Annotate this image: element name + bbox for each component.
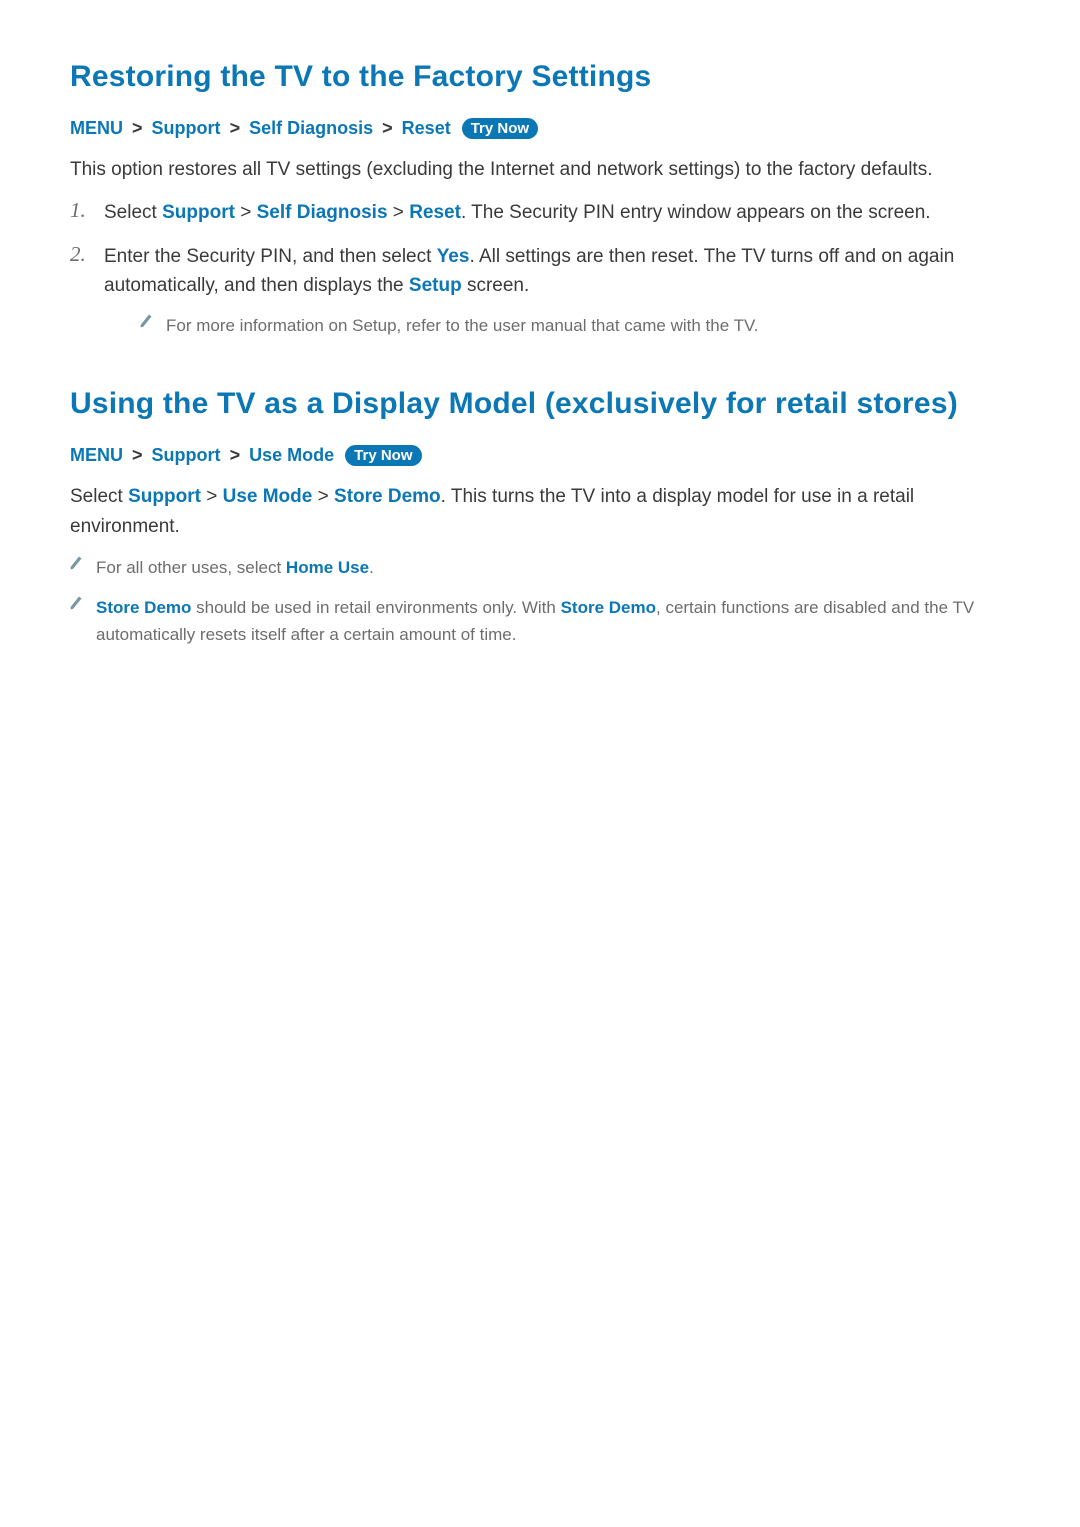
step-text: screen. (462, 275, 530, 296)
step-body: Enter the Security PIN, and then select … (104, 242, 1010, 339)
breadcrumb-sep: > (128, 118, 147, 138)
breadcrumb-part: Self Diagnosis (249, 118, 373, 138)
path-sep: > (393, 202, 404, 223)
breadcrumb-sep: > (226, 445, 245, 465)
path-sep: > (318, 486, 329, 507)
note-text: Store Demo should be used in retail envi… (96, 595, 1010, 648)
section-display-model: Using the TV as a Display Model (exclusi… (70, 387, 1010, 648)
path-part: Self Diagnosis (257, 202, 388, 223)
setup-note: For more information on Setup, refer to … (140, 313, 1010, 339)
step-2: 2. Enter the Security PIN, and then sele… (70, 242, 1010, 339)
home-use-label: Home Use (286, 558, 369, 577)
try-now-badge[interactable]: Try Now (462, 118, 538, 139)
section2-description: Select Support > Use Mode > Store Demo. … (70, 482, 1010, 541)
breadcrumb-root: MENU (70, 445, 123, 465)
breadcrumb-restoring: MENU > Support > Self Diagnosis > Reset … (70, 118, 1010, 139)
step-body: Select Support > Self Diagnosis > Reset.… (104, 198, 1010, 227)
step-text: Enter the Security PIN, and then select (104, 246, 437, 267)
para-text: Select (70, 486, 128, 507)
breadcrumb-part: Use Mode (249, 445, 334, 465)
note-text: For all other uses, select Home Use. (96, 555, 1010, 581)
path-sep: > (240, 202, 251, 223)
pencil-icon (70, 555, 96, 570)
section-title-restoring: Restoring the TV to the Factory Settings (70, 60, 1010, 94)
store-demo-note: Store Demo should be used in retail envi… (70, 595, 1010, 648)
note-fragment: should be used in retail environments on… (191, 598, 560, 617)
breadcrumb-sep: > (128, 445, 147, 465)
store-demo-label: Store Demo (96, 598, 191, 617)
note-fragment: . (369, 558, 374, 577)
note-fragment: For all other uses, select (96, 558, 286, 577)
path-part: Reset (409, 202, 461, 223)
pencil-icon (70, 595, 96, 610)
try-now-badge[interactable]: Try Now (345, 445, 421, 466)
breadcrumb-sep: > (378, 118, 397, 138)
setup-label: Setup (409, 275, 462, 296)
note-text: For more information on Setup, refer to … (166, 313, 1010, 339)
path-sep: > (206, 486, 217, 507)
step-number: 2. (70, 242, 104, 339)
breadcrumb-part: Support (152, 445, 221, 465)
steps-list: 1. Select Support > Self Diagnosis > Res… (70, 198, 1010, 339)
path-part: Store Demo (334, 486, 441, 507)
path-part: Support (162, 202, 235, 223)
breadcrumb-part: Reset (402, 118, 451, 138)
breadcrumb-display-model: MENU > Support > Use Mode Try Now (70, 445, 1010, 466)
step-1: 1. Select Support > Self Diagnosis > Res… (70, 198, 1010, 227)
section-title-display-model: Using the TV as a Display Model (exclusi… (70, 387, 1010, 421)
step-text: Select (104, 202, 162, 223)
breadcrumb-part: Support (152, 118, 221, 138)
breadcrumb-sep: > (226, 118, 245, 138)
path-part: Support (128, 486, 201, 507)
pencil-icon (140, 313, 166, 328)
step-text: . The Security PIN entry window appears … (461, 202, 931, 223)
section1-description: This option restores all TV settings (ex… (70, 155, 1010, 184)
store-demo-label: Store Demo (561, 598, 656, 617)
yes-label: Yes (437, 246, 470, 267)
document-page: Restoring the TV to the Factory Settings… (0, 0, 1080, 648)
breadcrumb-root: MENU (70, 118, 123, 138)
home-use-note: For all other uses, select Home Use. (70, 555, 1010, 581)
path-part: Use Mode (223, 486, 313, 507)
step-number: 1. (70, 198, 104, 227)
